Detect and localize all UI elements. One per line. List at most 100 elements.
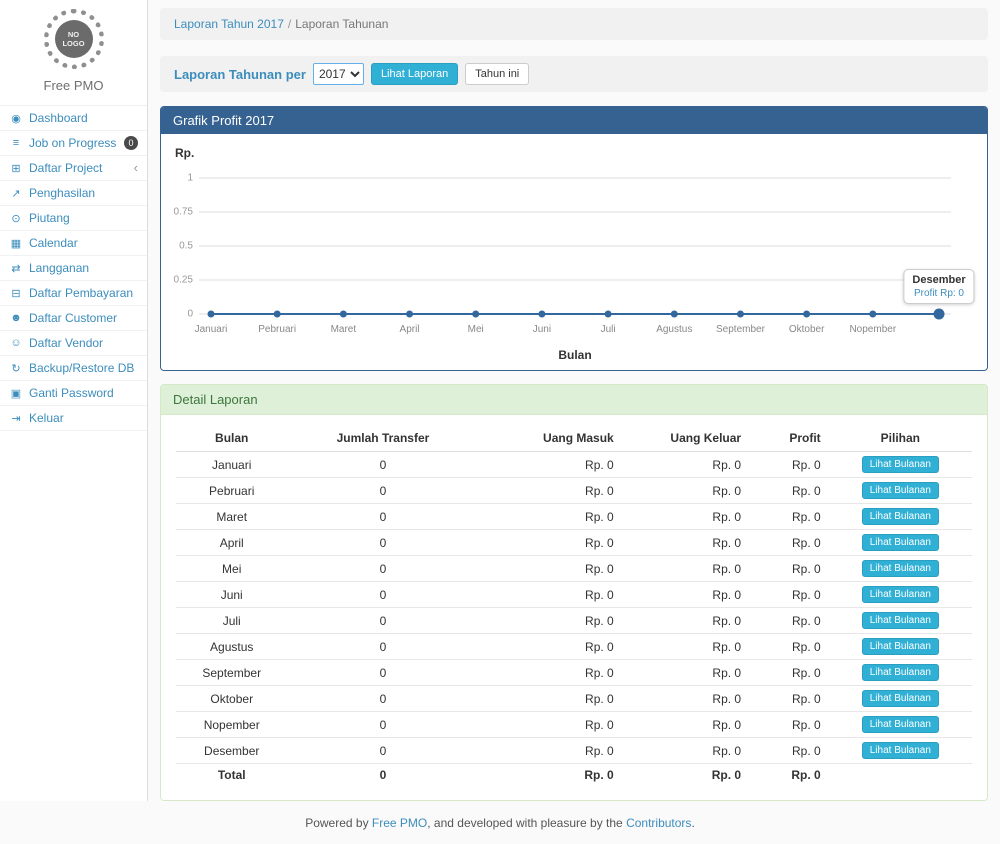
lihat-bulanan-button[interactable]: Lihat Bulanan	[862, 586, 939, 603]
backup-restore-icon: ↻	[9, 362, 23, 375]
lihat-bulanan-button[interactable]: Lihat Bulanan	[862, 482, 939, 499]
cell-uang-masuk: Rp. 0	[478, 582, 621, 608]
lihat-bulanan-button[interactable]: Lihat Bulanan	[862, 508, 939, 525]
tahun-ini-button[interactable]: Tahun ini	[465, 63, 529, 85]
exchange-icon: ⇄	[9, 262, 23, 275]
x-axis-tick: Maret	[331, 324, 357, 335]
cell-jumlah-transfer: 0	[287, 738, 478, 764]
year-select[interactable]: 2017	[313, 63, 364, 85]
lihat-bulanan-button[interactable]: Lihat Bulanan	[862, 456, 939, 473]
cell-profit: Rp. 0	[749, 634, 829, 660]
lihat-laporan-button[interactable]: Lihat Laporan	[371, 63, 458, 85]
table-total-row: Total0Rp. 0Rp. 0Rp. 0	[176, 764, 972, 787]
sidebar-item-label: Ganti Password	[29, 386, 138, 400]
main-content: Laporan Tahun 2017/Laporan Tahunan Lapor…	[148, 0, 1000, 801]
app-logo: NO LOGO	[44, 9, 104, 69]
table-row: September0Rp. 0Rp. 0Rp. 0Lihat Bulanan	[176, 660, 972, 686]
lihat-bulanan-button[interactable]: Lihat Bulanan	[862, 534, 939, 551]
vendors-icon: ☺	[9, 337, 23, 349]
cell-bulan: Pebruari	[176, 478, 287, 504]
table-row: Agustus0Rp. 0Rp. 0Rp. 0Lihat Bulanan	[176, 634, 972, 660]
sidebar-item-keluar[interactable]: ⇥ Keluar	[0, 406, 147, 431]
lihat-bulanan-button[interactable]: Lihat Bulanan	[862, 612, 939, 629]
cell-jumlah-transfer: 0	[287, 608, 478, 634]
footer-text-prefix: Powered by	[305, 816, 372, 830]
x-axis-tick: September	[716, 324, 765, 335]
cell-bulan: Agustus	[176, 634, 287, 660]
cell-jumlah-transfer: 0	[287, 530, 478, 556]
cell-pilihan: Lihat Bulanan	[829, 738, 972, 764]
sidebar-item-ganti-password[interactable]: ▣ Ganti Password	[0, 381, 147, 406]
sidebar-item-daftar-vendor[interactable]: ☺ Daftar Vendor	[0, 331, 147, 356]
sidebar-item-daftar-project[interactable]: ⊞Daftar Project‹	[0, 156, 147, 181]
cell-pilihan: Lihat Bulanan	[829, 634, 972, 660]
logo-text: NO LOGO	[61, 30, 87, 49]
cell-jumlah-transfer: 0	[287, 660, 478, 686]
sidebar-item-backup-restore-db[interactable]: ↻Backup/Restore DB	[0, 356, 147, 381]
sidebar-item-piutang[interactable]: ⊙Piutang	[0, 206, 147, 231]
calendar-icon: ▦	[9, 237, 23, 250]
y-axis-label: Rp.	[175, 146, 194, 160]
cell-jumlah-transfer: 0	[287, 582, 478, 608]
column-header-pilihan: Pilihan	[829, 425, 972, 452]
cell-profit: Rp. 0	[749, 608, 829, 634]
lihat-bulanan-button[interactable]: Lihat Bulanan	[862, 560, 939, 577]
cell-bulan: Desember	[176, 738, 287, 764]
x-axis-tick: Januari	[195, 324, 228, 335]
password-lock-icon: ▣	[9, 387, 23, 400]
lihat-bulanan-button[interactable]: Lihat Bulanan	[862, 716, 939, 733]
column-header-bulan: Bulan	[176, 425, 287, 452]
cell-jumlah-transfer: 0	[287, 764, 478, 787]
cell-pilihan: Lihat Bulanan	[829, 582, 972, 608]
profit-chart-panel: Grafik Profit 2017 Rp. Bulan Desember Pr…	[160, 106, 988, 371]
sidebar-item-penghasilan[interactable]: ↗Penghasilan	[0, 181, 147, 206]
report-table-header-row: BulanJumlah TransferUang MasukUang Kelua…	[176, 425, 972, 452]
lihat-bulanan-button[interactable]: Lihat Bulanan	[862, 638, 939, 655]
x-axis-tick: Juli	[601, 324, 616, 335]
sidebar-header: NO LOGO Free PMO	[0, 0, 147, 99]
cell-pilihan: Lihat Bulanan	[829, 712, 972, 738]
sidebar-item-dashboard[interactable]: ◉Dashboard	[0, 106, 147, 131]
sidebar-item-label: Daftar Pembayaran	[29, 286, 138, 300]
breadcrumb-link[interactable]: Laporan Tahun 2017	[174, 17, 284, 31]
app-container: NO LOGO Free PMO ◉Dashboard≡Job on Progr…	[0, 0, 1000, 801]
sidebar-item-label: Daftar Vendor	[29, 336, 138, 350]
cell-bulan: September	[176, 660, 287, 686]
lihat-bulanan-button[interactable]: Lihat Bulanan	[862, 742, 939, 759]
table-row: April0Rp. 0Rp. 0Rp. 0Lihat Bulanan	[176, 530, 972, 556]
cell-pilihan: Lihat Bulanan	[829, 530, 972, 556]
cell-uang-keluar: Rp. 0	[622, 764, 749, 787]
cell-uang-keluar: Rp. 0	[622, 608, 749, 634]
table-row: Mei0Rp. 0Rp. 0Rp. 0Lihat Bulanan	[176, 556, 972, 582]
cell-bulan: Nopember	[176, 712, 287, 738]
table-row: Januari0Rp. 0Rp. 0Rp. 0Lihat Bulanan	[176, 452, 972, 478]
footer-link-contributors[interactable]: Contributors	[626, 816, 691, 830]
sidebar-menu: ◉Dashboard≡Job on Progress0⊞Daftar Proje…	[0, 105, 147, 431]
cell-pilihan: Lihat Bulanan	[829, 660, 972, 686]
sidebar-item-label: Job on Progress	[29, 136, 118, 150]
cell-profit: Rp. 0	[749, 738, 829, 764]
cell-uang-masuk: Rp. 0	[478, 504, 621, 530]
y-axis-tick: 0.5	[163, 241, 193, 252]
footer-link-free-pmo[interactable]: Free PMO	[372, 816, 427, 830]
cell-uang-masuk: Rp. 0	[478, 608, 621, 634]
sidebar-item-daftar-customer[interactable]: ☻Daftar Customer	[0, 306, 147, 331]
sidebar-item-job-on-progress[interactable]: ≡Job on Progress0	[0, 131, 147, 156]
lihat-bulanan-button[interactable]: Lihat Bulanan	[862, 664, 939, 681]
cell-pilihan: Lihat Bulanan	[829, 556, 972, 582]
chevron-left-icon: ‹	[134, 163, 138, 173]
sidebar-item-calendar[interactable]: ▦Calendar	[0, 231, 147, 256]
sidebar-item-label: Keluar	[29, 411, 138, 425]
cell-uang-masuk: Rp. 0	[478, 530, 621, 556]
logout-icon: ⇥	[9, 412, 23, 425]
sidebar-item-daftar-pembayaran[interactable]: ⊟Daftar Pembayaran	[0, 281, 147, 306]
cell-bulan: Total	[176, 764, 287, 787]
report-table: BulanJumlah TransferUang MasukUang Kelua…	[176, 425, 972, 786]
report-table-body: Januari0Rp. 0Rp. 0Rp. 0Lihat BulananPebr…	[176, 452, 972, 787]
cell-uang-keluar: Rp. 0	[622, 556, 749, 582]
sidebar-item-langganan[interactable]: ⇄Langganan	[0, 256, 147, 281]
footer-text-suffix: .	[691, 816, 694, 830]
cell-uang-masuk: Rp. 0	[478, 634, 621, 660]
lihat-bulanan-button[interactable]: Lihat Bulanan	[862, 690, 939, 707]
cell-pilihan: Lihat Bulanan	[829, 478, 972, 504]
